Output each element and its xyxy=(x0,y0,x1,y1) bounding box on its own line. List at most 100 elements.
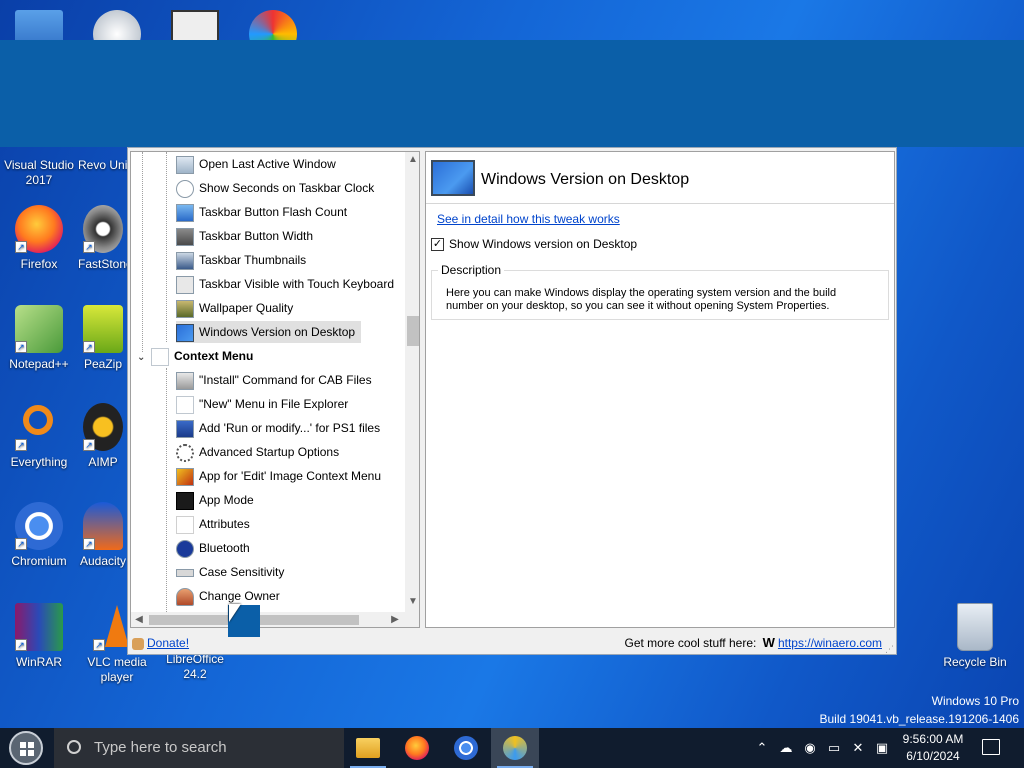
aimp-icon: ↗ xyxy=(83,403,123,451)
search-placeholder: Type here to search xyxy=(94,739,227,756)
desktop-icon-label: Everything xyxy=(10,455,68,469)
taskbar-chromium[interactable] xyxy=(442,728,490,768)
notification-center-icon[interactable] xyxy=(982,739,1000,755)
watermark-edition: Windows 10 Pro xyxy=(931,694,1019,708)
desktop-icon-everything[interactable]: ↗ Everything xyxy=(0,403,78,470)
tree-item[interactable]: Taskbar Visible with Touch Keyboard xyxy=(176,273,400,295)
desktop-icon-recycle-bin[interactable]: Recycle Bin xyxy=(936,603,1014,670)
scroll-left-arrow[interactable]: ◀ xyxy=(131,612,147,627)
tray-extra-icon[interactable]: ▣ xyxy=(874,740,890,756)
tree-horizontal-scrollbar[interactable]: ◀ ▶ xyxy=(131,612,405,627)
top-banner-overlay xyxy=(0,40,1024,147)
desktop-icon-audacity[interactable]: ↗ Audacity xyxy=(78,502,128,569)
desktop-icon-notepadpp[interactable]: ↗ Notepad++ xyxy=(0,305,78,372)
scroll-down-arrow[interactable]: ▼ xyxy=(405,594,419,610)
tree-item-selected[interactable]: Windows Version on Desktop xyxy=(176,321,362,343)
winaero-w-icon: W xyxy=(762,635,775,650)
desktop-icon-partial-1[interactable] xyxy=(0,10,78,40)
thumbnails-icon xyxy=(176,251,194,270)
desktop-icon-partial-4[interactable] xyxy=(234,10,312,40)
recycle-bin-icon xyxy=(957,603,993,651)
scroll-up-arrow[interactable]: ▲ xyxy=(405,152,419,168)
desktop-icon-revo[interactable]: Revo Uninstaller xyxy=(78,158,128,173)
desktop-icon-label: Recycle Bin xyxy=(943,655,1007,669)
tree-item[interactable]: App for 'Edit' Image Context Menu xyxy=(176,465,387,487)
tree-item[interactable]: App Mode xyxy=(176,489,260,511)
more-text: Get more cool stuff here: xyxy=(624,636,757,650)
donate-area[interactable]: Donate! xyxy=(132,632,189,654)
context-menu-icon xyxy=(151,347,169,366)
tree-group-context-menu[interactable]: ⌄ Context Menu xyxy=(137,345,259,367)
scroll-thumb[interactable] xyxy=(407,316,419,346)
powershell-icon xyxy=(176,419,194,438)
disc-icon xyxy=(93,10,141,40)
tree-guide-line xyxy=(166,152,167,342)
taskbar-search-box[interactable]: Type here to search xyxy=(54,728,344,768)
wallpaper-icon xyxy=(176,299,194,318)
folder-icon xyxy=(356,738,380,758)
desktop-icon-libreoffice[interactable]: LibreOffice 24.2 xyxy=(156,652,234,682)
search-icon xyxy=(67,740,81,754)
resize-grip-icon[interactable]: ⋰ xyxy=(885,638,894,660)
desktop-icon-label: Firefox xyxy=(20,257,58,271)
checkbox-label: Show Windows version on Desktop xyxy=(449,237,638,251)
desktop-icon-peazip[interactable]: ↗ PeaZip xyxy=(78,305,128,372)
tree-item[interactable]: Taskbar Button Width xyxy=(176,225,319,247)
volume-muted-icon[interactable]: ✕ xyxy=(850,740,866,756)
chromium-icon: ↗ xyxy=(15,502,63,550)
new-menu-icon xyxy=(176,395,194,414)
show-version-checkbox-row[interactable]: ✓ Show Windows version on Desktop xyxy=(431,237,638,252)
tree-item[interactable]: Wallpaper Quality xyxy=(176,297,299,319)
owner-icon xyxy=(176,587,194,606)
scroll-right-arrow[interactable]: ▶ xyxy=(387,612,403,627)
tray-chrome-icon[interactable]: ◉ xyxy=(802,740,818,756)
chevron-down-icon: ⌄ xyxy=(137,352,146,363)
tray-app-icon[interactable]: ☁ xyxy=(778,740,794,756)
tree-guide-line xyxy=(166,368,167,612)
donate-link[interactable]: Donate! xyxy=(147,636,189,650)
keyboard-icon xyxy=(176,275,194,294)
tree-item[interactable]: Advanced Startup Options xyxy=(176,441,345,463)
desktop-icon-visual-studio[interactable]: Visual Studio 2017 xyxy=(0,158,78,188)
app-mode-icon xyxy=(176,491,194,510)
desktop-icon-label: FastStone Image Viewer xyxy=(78,257,128,271)
desktop-icon-chromium[interactable]: ↗ Chromium xyxy=(0,502,78,569)
start-button[interactable] xyxy=(0,728,54,768)
winaero-link[interactable]: https://winaero.com xyxy=(778,636,882,650)
taskbar-winaero-tweaker[interactable] xyxy=(491,728,539,768)
desktop-icon-partial-3[interactable] xyxy=(156,10,234,40)
tweaks-tree[interactable]: Open Last Active Window Show Seconds on … xyxy=(130,151,420,628)
tree-vertical-scrollbar[interactable]: ▲ ▼ xyxy=(405,152,419,612)
magnifier-icon: ↗ xyxy=(15,403,63,451)
tree-item[interactable]: "Install" Command for CAB Files xyxy=(176,369,378,391)
tree-item[interactable]: Taskbar Button Flash Count xyxy=(176,201,353,223)
taskbar-firefox[interactable] xyxy=(393,728,441,768)
chevron-up-icon[interactable]: ⌃ xyxy=(754,740,770,756)
taskbar: Type here to search ⌃ ☁ ◉ ▭ ✕ ▣ 9:56:00 … xyxy=(0,728,1024,768)
desktop-icon-label: Notepad++ xyxy=(9,357,69,371)
desktop-icon-winrar[interactable]: ↗ WinRAR xyxy=(0,603,78,670)
desktop-icon-label: LibreOffice 24.2 xyxy=(166,652,224,681)
tree-item[interactable]: Taskbar Thumbnails xyxy=(176,249,312,271)
window-icon xyxy=(176,155,194,174)
tree-item[interactable]: Add 'Run or modify...' for PS1 files xyxy=(176,417,386,439)
tree-item[interactable]: Open Last Active Window xyxy=(176,153,342,175)
tree-item[interactable]: Case Sensitivity xyxy=(176,561,290,583)
network-icon[interactable]: ▭ xyxy=(826,740,842,756)
desktop-icon-faststone[interactable]: ↗ FastStone Image Viewer xyxy=(78,205,128,272)
tree-item[interactable]: Show Seconds on Taskbar Clock xyxy=(176,177,380,199)
desktop-monitor-icon xyxy=(431,160,475,196)
desktop-icon-partial-2[interactable] xyxy=(78,10,156,40)
desktop-icon-aimp[interactable]: ↗ AIMP xyxy=(78,403,128,470)
show-version-checkbox[interactable]: ✓ xyxy=(431,238,444,252)
startup-icon xyxy=(176,443,194,462)
taskbar-clock[interactable]: 9:56:00 AM 6/10/2024 xyxy=(890,731,976,765)
desktop-icon xyxy=(176,323,194,342)
tree-item[interactable]: Bluetooth xyxy=(176,537,256,559)
tree-item[interactable]: "New" Menu in File Explorer xyxy=(176,393,354,415)
tree-item[interactable]: Attributes xyxy=(176,513,256,535)
more-stuff-area: Get more cool stuff here: Whttps://winae… xyxy=(624,632,882,654)
desktop-icon-firefox[interactable]: ↗ Firefox xyxy=(0,205,78,272)
detail-link[interactable]: See in detail how this tweak works xyxy=(437,212,620,226)
taskbar-file-explorer[interactable] xyxy=(344,728,392,768)
